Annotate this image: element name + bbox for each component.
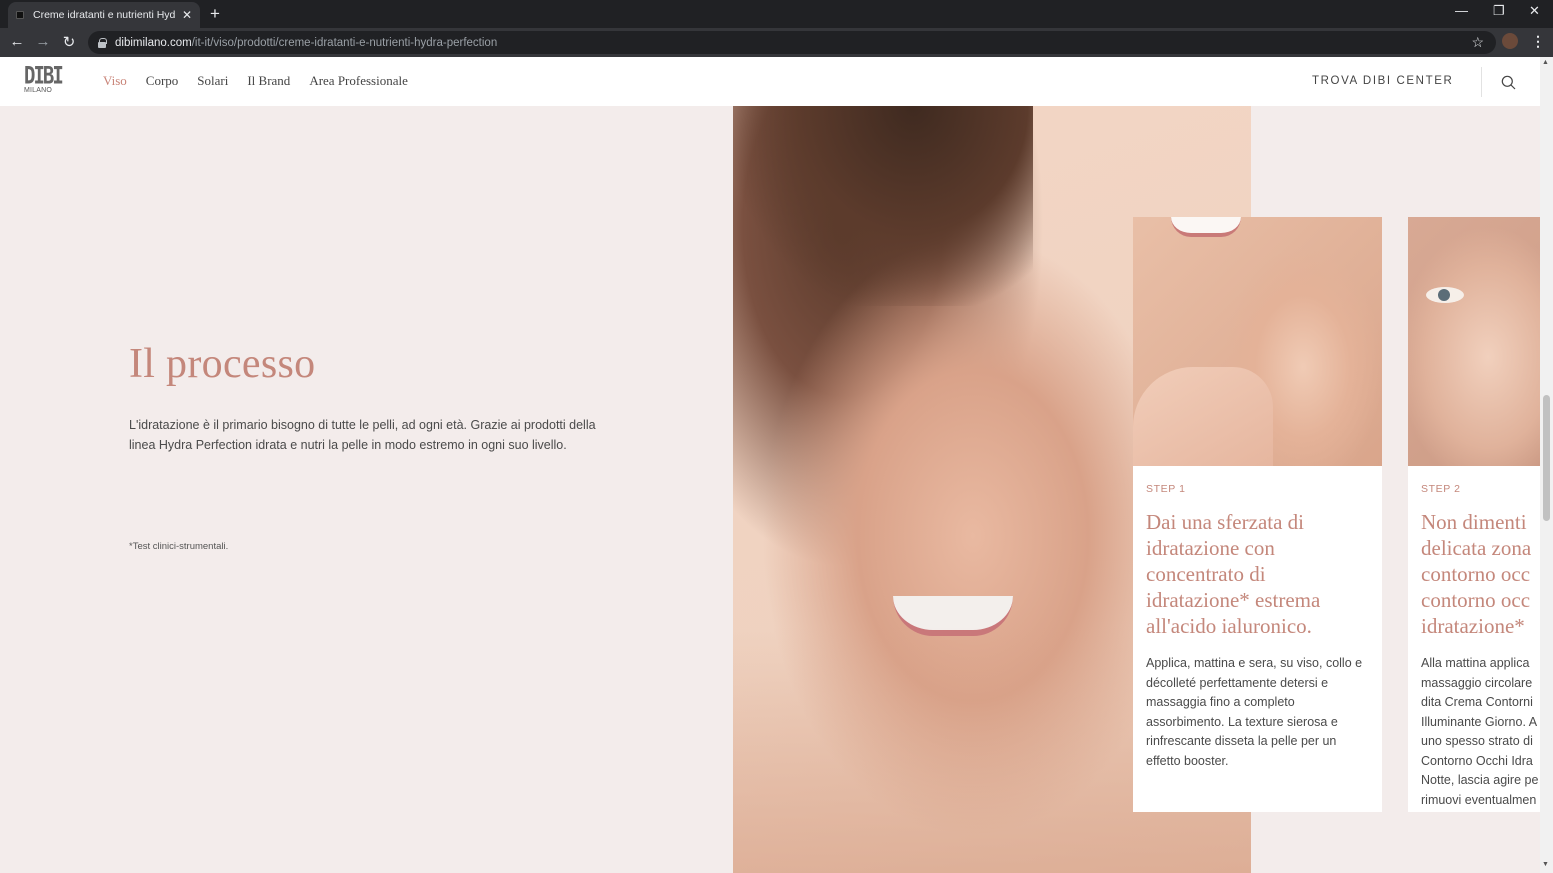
step-text: Alla mattina applica massaggio circolare…	[1421, 654, 1540, 810]
forward-icon[interactable]: →	[33, 33, 53, 50]
lock-icon	[98, 38, 107, 48]
step-title-line: contorno occ	[1421, 562, 1531, 586]
step-1-image	[1133, 217, 1382, 466]
scroll-thumb[interactable]	[1543, 395, 1550, 521]
step-title: Dai una sferzata di idratazione con conc…	[1146, 509, 1372, 639]
footnote: *Test clinici-strumentali.	[129, 541, 229, 552]
step-text-line: Alla mattina applica	[1421, 656, 1530, 670]
address-bar[interactable]: dibimilano.com/it-it/viso/prodotti/creme…	[88, 31, 1496, 54]
step-card-1[interactable]: STEP 1 Dai una sferzata di idratazione c…	[1133, 217, 1382, 812]
step-title-line: idratazione* estrema	[1146, 588, 1321, 612]
page-scrollbar[interactable]: ▲ ▼	[1540, 57, 1553, 873]
nav-item-solari[interactable]: Solari	[197, 73, 228, 89]
step-title: Non dimenti delicata zona contorno occ c…	[1421, 509, 1540, 639]
minimize-icon[interactable]: —	[1455, 3, 1468, 18]
new-tab-icon[interactable]: +	[210, 4, 220, 24]
hero-hair-shape	[733, 106, 1033, 306]
browser-toolbar: ← → ↻ dibimilano.com/it-it/viso/prodotti…	[0, 28, 1553, 57]
hand-shape	[1133, 367, 1273, 466]
step-text-line: Notte, lascia agire pe	[1421, 773, 1539, 787]
step-2-body: STEP 2 Non dimenti delicata zona contorn…	[1421, 483, 1540, 810]
url-host: dibimilano.com	[115, 36, 192, 49]
bookmark-star-icon[interactable]: ☆	[1471, 34, 1484, 51]
step-title-line: idratazione con	[1146, 536, 1275, 560]
step-text-line: Contorno Occhi Idra	[1421, 753, 1533, 768]
step-title-line: concentrato di	[1146, 562, 1266, 586]
scroll-up-icon[interactable]: ▲	[1542, 59, 1549, 66]
step-1-body: STEP 1 Dai una sferzata di idratazione c…	[1146, 483, 1372, 771]
trova-dibi-center-link[interactable]: TROVA DIBI CENTER	[1312, 75, 1453, 87]
site-favicon-icon	[16, 11, 24, 19]
browser-tab[interactable]: Creme idratanti e nutrienti Hydra ✕	[8, 2, 200, 28]
tab-close-icon[interactable]: ✕	[182, 8, 192, 22]
step-label: STEP 2	[1421, 483, 1461, 495]
step-text-line: rimuovi eventualmen	[1421, 792, 1537, 807]
step-title-line: all'acido ialuronico.	[1146, 614, 1312, 638]
smile-shape	[1171, 217, 1241, 237]
step-2-image	[1408, 217, 1540, 466]
tab-title: Creme idratanti e nutrienti Hydra	[33, 9, 176, 21]
search-icon[interactable]	[1501, 75, 1516, 90]
step-text: Applica, mattina e sera, su viso, collo …	[1146, 656, 1363, 768]
step-title-line: Dai una sferzata di	[1146, 510, 1305, 534]
eye-shape	[1426, 287, 1464, 303]
logo-main: DIBI	[24, 62, 64, 90]
close-window-icon[interactable]: ✕	[1529, 3, 1540, 19]
header-divider	[1481, 67, 1482, 97]
step-card-2[interactable]: STEP 2 Non dimenti delicata zona contorn…	[1408, 217, 1540, 812]
step-text-line: massaggio circolare	[1421, 675, 1533, 690]
nav-item-il-brand[interactable]: Il Brand	[247, 73, 290, 89]
step-title-line: delicata zona	[1421, 536, 1532, 560]
browser-menu-icon[interactable]: ⋮	[1531, 33, 1545, 50]
step-text-line: uno spesso strato di	[1421, 734, 1533, 748]
nav-item-corpo[interactable]: Corpo	[146, 73, 179, 89]
url-path: /it-it/viso/prodotti/creme-idratanti-e-n…	[191, 36, 498, 49]
step-title-line: idratazione*	[1421, 614, 1525, 638]
reload-icon[interactable]: ↻	[59, 33, 79, 51]
nav-item-viso[interactable]: Viso	[103, 73, 127, 89]
back-icon[interactable]: ←	[7, 33, 27, 50]
nav-item-area-professionale[interactable]: Area Professionale	[309, 73, 408, 89]
step-text-line: dita Crema Contorni	[1421, 695, 1533, 709]
browser-tab-bar: Creme idratanti e nutrienti Hydra ✕ + — …	[0, 0, 1553, 28]
step-title-line: Non dimenti	[1421, 510, 1527, 534]
site-header: DIBI MILANO Viso Corpo Solari Il Brand A…	[0, 57, 1540, 106]
section-title: Il processo	[129, 341, 316, 387]
dibi-logo[interactable]: DIBI MILANO	[24, 62, 64, 98]
step-title-line: contorno occ	[1421, 588, 1531, 612]
step-label: STEP 1	[1146, 483, 1186, 495]
step-text-line: Illuminante Giorno. A	[1421, 714, 1538, 729]
scroll-down-icon[interactable]: ▼	[1542, 861, 1549, 868]
profile-avatar[interactable]	[1502, 33, 1518, 49]
main-nav: Viso Corpo Solari Il Brand Area Professi…	[103, 73, 408, 89]
intro-paragraph: L'idratazione è il primario bisogno di t…	[129, 418, 596, 452]
restore-icon[interactable]: ❐	[1493, 3, 1505, 19]
